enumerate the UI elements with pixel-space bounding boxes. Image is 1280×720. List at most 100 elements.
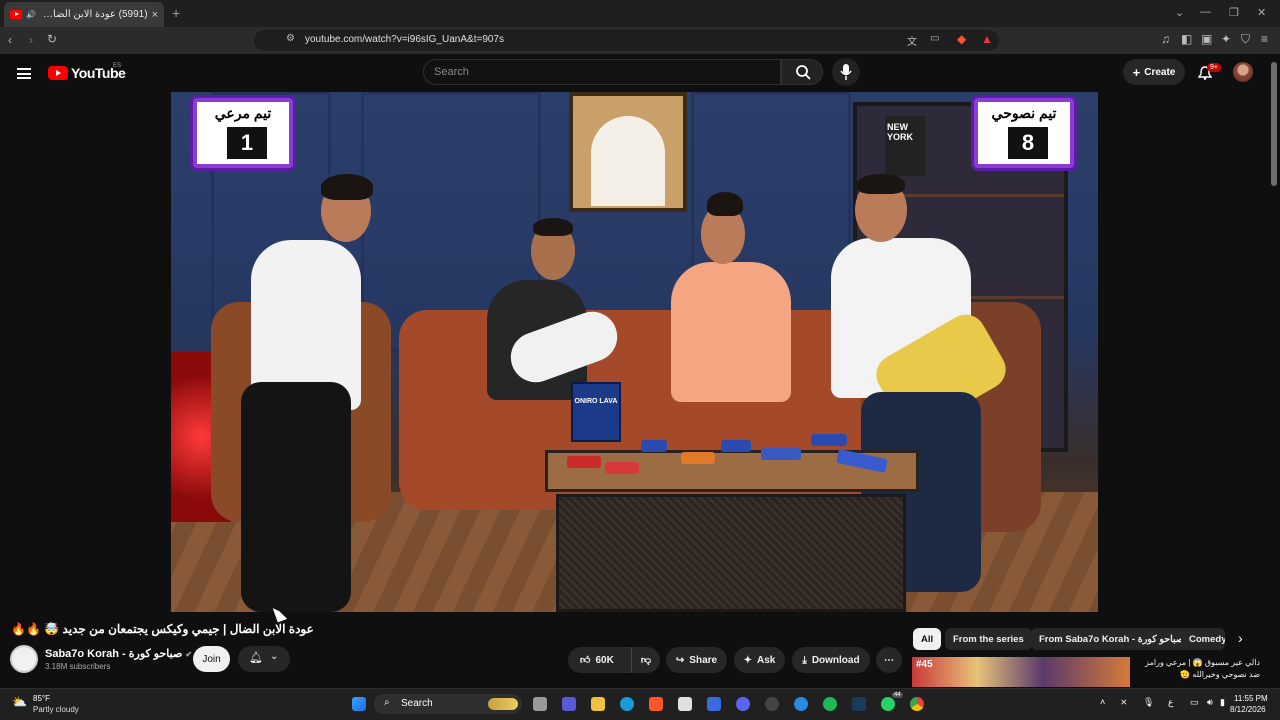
notification-count-badge: 9+ xyxy=(1207,63,1221,72)
dislike-button[interactable]: 👎︎ xyxy=(631,647,660,673)
person-1-pants xyxy=(241,382,351,612)
search-placeholder: Search xyxy=(434,66,469,78)
page-scrollbar[interactable] xyxy=(1271,62,1277,186)
leo-icon[interactable]: ✦ xyxy=(1221,32,1231,46)
scoreboard-right: تيم نصوحي 8 xyxy=(974,98,1074,168)
discord-icon[interactable] xyxy=(736,697,750,711)
voice-search-button[interactable] xyxy=(832,58,860,86)
rewards-icon[interactable]: ▲ xyxy=(981,32,993,46)
battery-icon[interactable]: ▮ xyxy=(1220,697,1225,708)
browser-tab-bar: 🔊 (5991) عودة الابن الضال | جيمي... × + … xyxy=(0,0,1280,27)
tab-title: (5991) عودة الابن الضال | جيمي... xyxy=(40,9,148,20)
reload-icon[interactable]: ↻ xyxy=(47,32,57,46)
snack-pack xyxy=(605,462,639,474)
thumbnail-badge: #45 xyxy=(916,659,933,670)
recommended-title[interactable]: دالي عير مسبوق 😱 | مرعي ورامز ضد نصوحي و… xyxy=(1136,657,1260,681)
share-label: Share xyxy=(689,654,718,666)
download-button[interactable]: ⤓ Download xyxy=(792,647,870,673)
display-icon[interactable]: ▭ xyxy=(1190,697,1199,708)
tab-close-button[interactable]: × xyxy=(152,9,158,21)
forward-icon[interactable]: › xyxy=(29,33,33,47)
chevron-right-icon[interactable]: › xyxy=(1238,630,1243,646)
browser-menu-icon[interactable]: ≡ xyxy=(1261,32,1268,46)
search-highlight-icon xyxy=(488,698,518,710)
video-player[interactable]: NEW YORK ONIRO LAVA تيم مرعي 1 تيم نصوحي… xyxy=(171,92,1098,612)
minimize-button[interactable]: — xyxy=(1200,6,1211,18)
windows-start-icon[interactable] xyxy=(352,697,366,711)
edge-icon[interactable] xyxy=(620,697,634,711)
like-count: 60K xyxy=(595,654,614,666)
channel-avatar[interactable] xyxy=(10,645,38,673)
chip-comedy[interactable]: Comedy xyxy=(1181,628,1225,650)
media-icon[interactable]: ♫ xyxy=(1161,32,1170,46)
brave-icon[interactable] xyxy=(649,697,663,711)
weather-description[interactable]: Partly cloudy xyxy=(33,705,79,714)
taskbar-search[interactable]: ⌕ Search xyxy=(374,694,522,714)
weather-icon[interactable]: ⛅ xyxy=(12,695,27,709)
file-explorer-icon[interactable] xyxy=(591,697,605,711)
join-button[interactable]: Join xyxy=(193,646,230,672)
task-view-icon[interactable] xyxy=(533,697,547,711)
create-button[interactable]: + Create xyxy=(1123,59,1185,85)
clock-time[interactable]: 11:55 PM xyxy=(1234,694,1268,703)
back-icon[interactable]: ‹ xyxy=(8,33,12,47)
microphone-tray-icon[interactable]: 🎙︎ xyxy=(1143,697,1154,708)
chip-all[interactable]: All xyxy=(913,628,942,650)
steam-icon[interactable] xyxy=(852,697,866,711)
weather-temperature[interactable]: 85°F xyxy=(33,694,50,703)
search-input[interactable] xyxy=(423,59,781,85)
hamburger-menu-icon[interactable] xyxy=(17,68,31,79)
store-icon[interactable] xyxy=(678,697,692,711)
subscription-notify-button[interactable]: 🔔︎ ⌄ xyxy=(238,646,290,672)
new-tab-button[interactable]: + xyxy=(172,5,180,21)
chip-from-channel[interactable]: From Saba7o Korah - صباحو كورة xyxy=(1031,628,1192,650)
copilot-icon[interactable] xyxy=(562,697,576,711)
messenger-icon[interactable] xyxy=(794,697,808,711)
brave-shield-icon[interactable]: ◆ xyxy=(957,32,966,46)
plus-icon: + xyxy=(1132,64,1141,80)
clock-date[interactable]: 8/12/2026 xyxy=(1230,705,1266,714)
mail-icon[interactable] xyxy=(707,697,721,711)
site-info-icon[interactable]: ⚙ xyxy=(286,33,295,44)
speaker-icon[interactable]: 🔊 xyxy=(26,10,36,19)
close-window-button[interactable]: ✕ xyxy=(1257,6,1266,19)
tab-search-icon[interactable]: ⌄ xyxy=(1175,6,1184,19)
bell-icon: 🔔︎ xyxy=(249,652,263,664)
ask-button[interactable]: ✦ Ask xyxy=(734,647,785,673)
whatsapp-icon[interactable] xyxy=(881,697,895,711)
youtube-favicon-icon xyxy=(10,10,22,19)
translate-icon[interactable]: 文 xyxy=(907,33,917,48)
spotify-icon[interactable] xyxy=(823,697,837,711)
search-button[interactable] xyxy=(781,59,823,85)
verified-icon: ✔ xyxy=(185,650,193,659)
language-icon[interactable]: ع xyxy=(1168,697,1173,708)
chrome-icon[interactable] xyxy=(910,697,924,711)
snack-pack xyxy=(641,440,667,452)
sparkle-icon: ✦ xyxy=(743,654,753,666)
chip-from-the-series[interactable]: From the series xyxy=(945,628,1032,650)
network-off-icon[interactable]: ⨯ xyxy=(1120,697,1128,708)
snack-pack xyxy=(681,452,715,464)
volume-icon[interactable]: 🔊︎ xyxy=(1207,697,1213,708)
download-icon: ⤓ xyxy=(802,654,807,666)
tray-chevron-icon[interactable]: ˄ xyxy=(1100,697,1105,707)
maximize-button[interactable]: ❐ xyxy=(1229,6,1239,19)
cast-icon[interactable]: ▭ xyxy=(930,33,939,44)
taskbar xyxy=(0,688,1280,720)
more-actions-button[interactable]: ⋯ xyxy=(876,647,902,673)
wallet-icon[interactable]: ▣ xyxy=(1201,32,1212,46)
vpn-icon[interactable]: ⛉ xyxy=(1241,32,1250,47)
user-avatar[interactable] xyxy=(1233,62,1253,82)
recommended-thumbnail[interactable]: #45 xyxy=(912,657,1130,687)
person-2-hair xyxy=(533,218,573,236)
scoreboard-right-title: تيم نصوحي xyxy=(991,105,1057,121)
sidebar-icon[interactable]: ◧ xyxy=(1181,32,1192,46)
browser-tab[interactable]: 🔊 (5991) عودة الابن الضال | جيمي... × xyxy=(4,2,164,27)
person-1-hair xyxy=(321,174,373,200)
obs-icon[interactable] xyxy=(765,697,779,711)
person-3-shirt xyxy=(671,262,791,402)
chevron-down-icon: ⌄ xyxy=(270,651,279,662)
channel-name[interactable]: Saba7o Korah - صباحو كورة ✔ xyxy=(45,647,192,660)
url-text[interactable]: youtube.com/watch?v=i96sIG_UanA&t=907s xyxy=(305,34,504,45)
share-button[interactable]: ↪ Share xyxy=(666,647,727,673)
